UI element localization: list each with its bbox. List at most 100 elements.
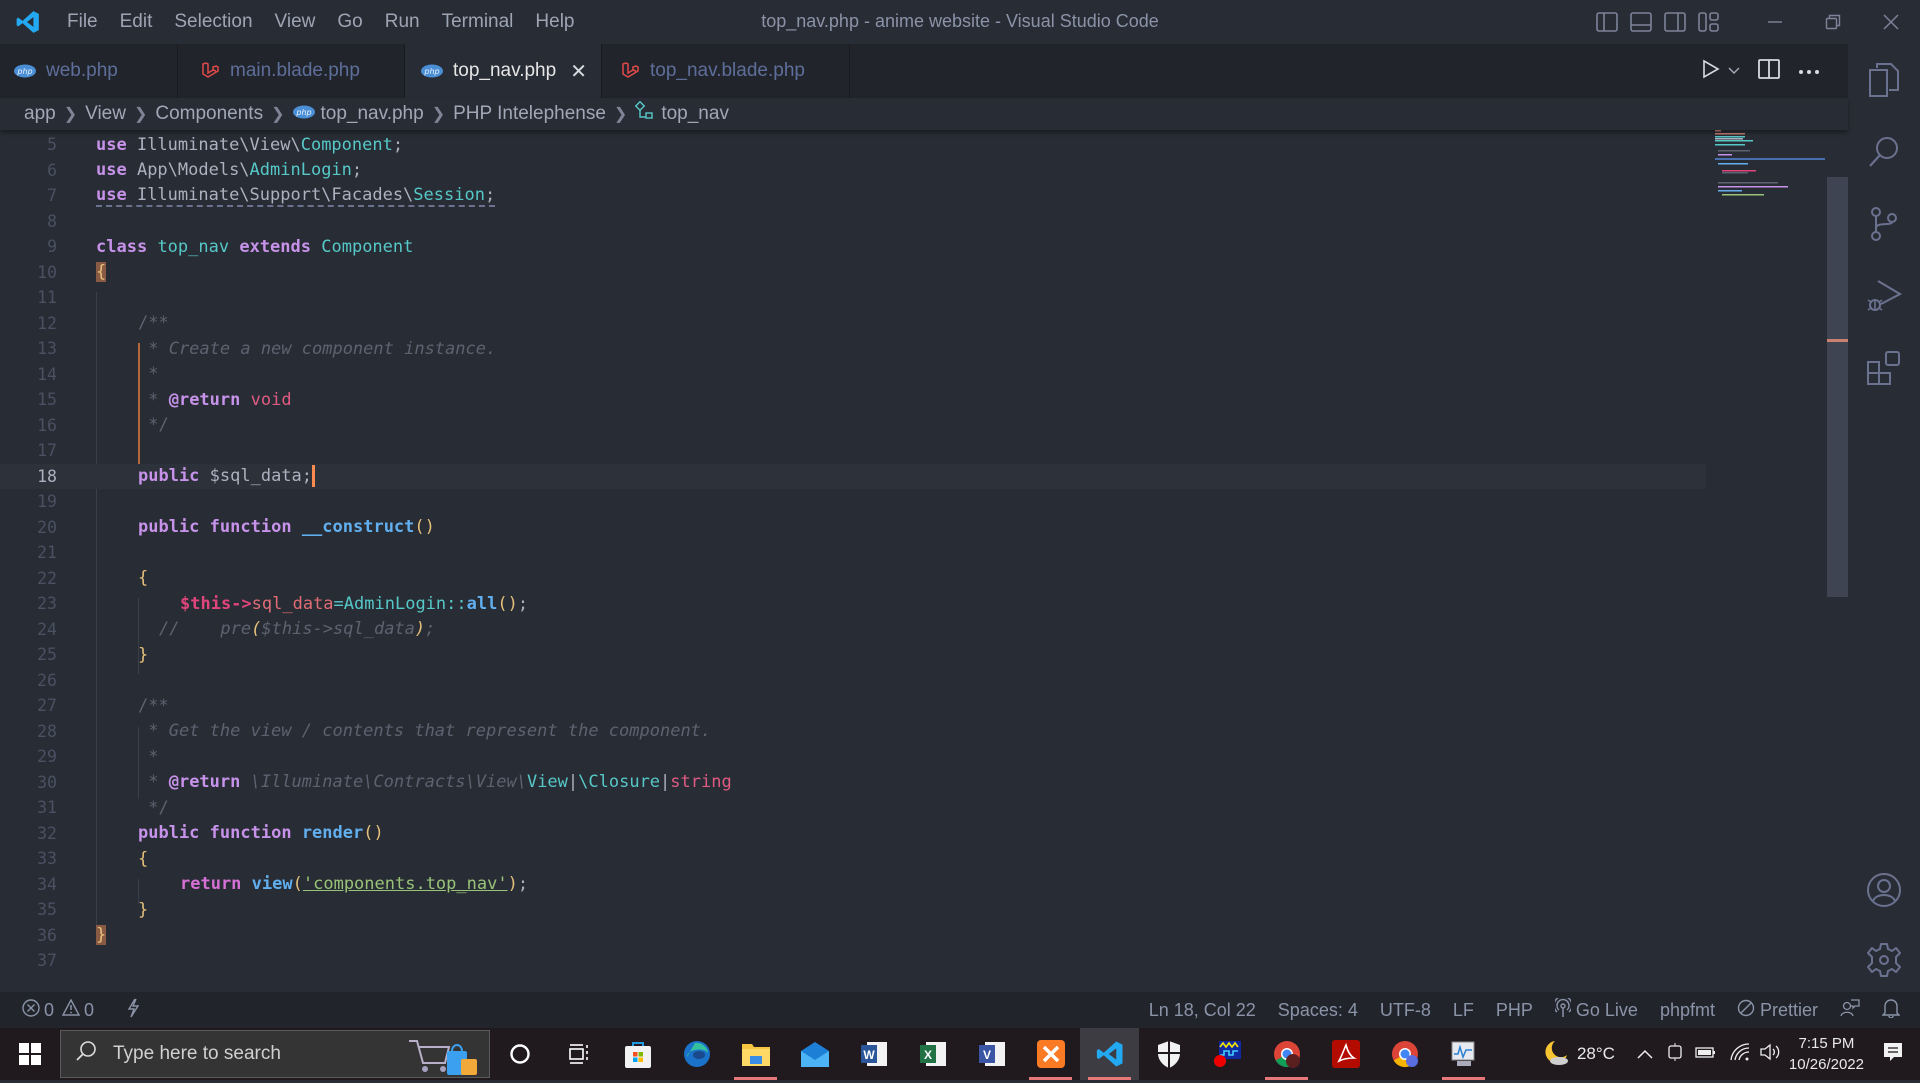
- menu-terminal[interactable]: Terminal: [431, 11, 525, 33]
- code-line: }: [138, 899, 149, 920]
- indentation[interactable]: Spaces: 4: [1278, 1000, 1358, 1021]
- scrollbar-cursor-marker: [1827, 339, 1848, 342]
- taskbar-file-explorer[interactable]: [726, 1028, 785, 1080]
- explorer-icon[interactable]: [1848, 44, 1920, 116]
- taskbar-edge[interactable]: [667, 1028, 726, 1080]
- taskbar-task-view[interactable]: [549, 1028, 608, 1080]
- run-and-debug-icon[interactable]: [1848, 260, 1920, 332]
- line-number: 19: [37, 492, 57, 512]
- breadcrumb-item[interactable]: top_nav: [661, 103, 729, 125]
- line-number: 15: [37, 390, 57, 410]
- minimap[interactable]: [1710, 130, 1830, 992]
- restore-button[interactable]: [1804, 0, 1862, 44]
- language-mode[interactable]: PHP: [1496, 1000, 1533, 1021]
- line-number: 7: [47, 186, 57, 206]
- menu-edit[interactable]: Edit: [109, 11, 164, 33]
- code-line: *: [138, 746, 159, 767]
- tab-main-blade-php[interactable]: main.blade.php: [178, 44, 405, 98]
- taskbar-search-input[interactable]: Type here to search: [60, 1030, 490, 1078]
- taskbar-visio[interactable]: V: [962, 1028, 1021, 1080]
- line-number: 13: [37, 339, 57, 359]
- taskbar-word[interactable]: W: [844, 1028, 903, 1080]
- run-dropdown-chevron-icon[interactable]: [1728, 62, 1740, 80]
- line-number: 30: [37, 772, 57, 792]
- taskbar-windows-security[interactable]: [1139, 1028, 1198, 1080]
- battery-icon[interactable]: [1695, 1044, 1717, 1064]
- tab-top-nav-php[interactable]: php top_nav.php ✕: [405, 44, 602, 98]
- action-center-icon[interactable]: [1882, 1041, 1904, 1068]
- taskbar-mail[interactable]: [785, 1028, 844, 1080]
- extensions-icon[interactable]: [1848, 332, 1920, 404]
- close-tab-icon[interactable]: ✕: [570, 59, 587, 84]
- cursor-position[interactable]: Ln 18, Col 22: [1149, 1000, 1256, 1021]
- tab-web-php[interactable]: php web.php: [0, 44, 178, 98]
- breadcrumb-item[interactable]: PHP Intelephense: [453, 103, 606, 125]
- accounts-icon[interactable]: [1848, 854, 1920, 926]
- weather-icon[interactable]: [1539, 1037, 1571, 1072]
- taskbar-chrome[interactable]: [1257, 1028, 1316, 1080]
- manage-gear-icon[interactable]: [1848, 924, 1920, 996]
- line-number: 34: [37, 874, 57, 894]
- breadcrumb-item[interactable]: View: [85, 103, 126, 125]
- notifications-bell-icon[interactable]: [1881, 998, 1901, 1023]
- tab-top-nav-blade-php[interactable]: top_nav.blade.php: [602, 44, 850, 98]
- problems-indicator[interactable]: 0 0: [22, 998, 94, 1022]
- close-window-button[interactable]: [1862, 0, 1920, 44]
- code-line: use Illuminate\Support\Facades\Session;: [96, 184, 496, 207]
- menu-run[interactable]: Run: [374, 11, 431, 33]
- taskbar-performance-monitor[interactable]: [1434, 1028, 1493, 1080]
- toggle-secondary-sidebar-icon[interactable]: [1658, 0, 1692, 44]
- svg-text:php: php: [423, 67, 439, 76]
- laravel-icon: [200, 61, 220, 81]
- weather-temperature[interactable]: 28°C: [1577, 1044, 1615, 1064]
- meet-now-icon[interactable]: [1667, 1042, 1683, 1067]
- taskbar-excel[interactable]: X: [903, 1028, 962, 1080]
- breadcrumb-item[interactable]: Components: [155, 103, 263, 125]
- end-of-line[interactable]: LF: [1453, 1000, 1474, 1021]
- breadcrumb-item[interactable]: app: [24, 103, 56, 125]
- line-number: 26: [37, 670, 57, 690]
- menu-go[interactable]: Go: [326, 11, 373, 33]
- menu-view[interactable]: View: [264, 11, 327, 33]
- vertical-scrollbar[interactable]: [1827, 177, 1848, 597]
- go-live-button[interactable]: Go Live: [1553, 995, 1638, 1023]
- toggle-primary-sidebar-icon[interactable]: [1590, 0, 1624, 44]
- taskbar-cortana[interactable]: [490, 1028, 549, 1080]
- more-actions-icon[interactable]: [1798, 62, 1820, 80]
- search-icon[interactable]: [1848, 116, 1920, 188]
- breadcrumb-item[interactable]: top_nav.php: [321, 103, 424, 125]
- formatter-phpfmt[interactable]: phpfmt: [1660, 1000, 1715, 1021]
- minimize-button[interactable]: [1746, 0, 1804, 44]
- taskbar-monitor-app[interactable]: [1198, 1028, 1257, 1080]
- menu-file[interactable]: File: [56, 11, 109, 33]
- menu-help[interactable]: Help: [524, 11, 585, 33]
- svg-text:php: php: [295, 108, 311, 117]
- code-editor[interactable]: 5 use Illuminate\View\Component; 6 use App…: [0, 130, 1710, 992]
- show-hidden-icons-chevron-icon[interactable]: [1637, 1044, 1653, 1064]
- taskbar-microsoft-store[interactable]: [608, 1028, 667, 1080]
- run-file-icon[interactable]: [1702, 59, 1720, 84]
- clock[interactable]: 7:15 PM 10/26/2022: [1789, 1033, 1864, 1075]
- menu-selection[interactable]: Selection: [163, 11, 263, 33]
- volume-icon[interactable]: [1759, 1042, 1781, 1067]
- wifi-icon[interactable]: [1729, 1042, 1751, 1067]
- windows-start-button[interactable]: [0, 1028, 60, 1080]
- taskbar-vscode[interactable]: [1080, 1028, 1139, 1080]
- error-icon: [22, 998, 40, 1022]
- line-number: 5: [47, 135, 57, 155]
- taskbar-xampp[interactable]: [1021, 1028, 1080, 1080]
- toggle-panel-icon[interactable]: [1624, 0, 1658, 44]
- encoding[interactable]: UTF-8: [1380, 1000, 1431, 1021]
- split-editor-icon[interactable]: [1758, 58, 1780, 84]
- line-number: 22: [37, 568, 57, 588]
- taskbar-chrome-profile[interactable]: [1375, 1028, 1434, 1080]
- customize-layout-icon[interactable]: [1692, 0, 1726, 44]
- matched-bracket: {: [96, 262, 107, 283]
- prettier-button[interactable]: Prettier: [1737, 999, 1818, 1022]
- matched-bracket: }: [96, 925, 107, 946]
- source-control-icon[interactable]: [1848, 188, 1920, 260]
- code-line: * Get the view / contents that represent…: [138, 721, 712, 742]
- taskbar-adobe-acrobat[interactable]: [1316, 1028, 1375, 1080]
- feedback-icon[interactable]: [1840, 998, 1860, 1023]
- lightning-icon[interactable]: [126, 998, 140, 1023]
